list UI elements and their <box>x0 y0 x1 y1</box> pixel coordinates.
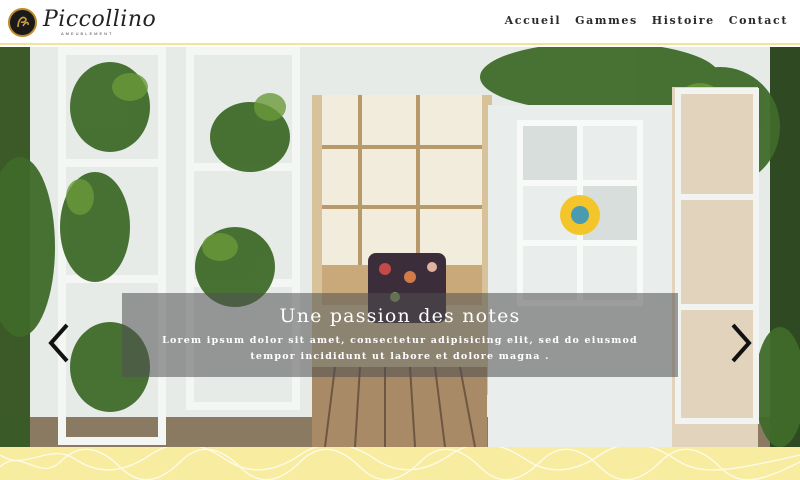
hero-carousel <box>0 47 800 447</box>
navbar: Piccollino AMEUBLEMENT Accueil Gammes Hi… <box>0 0 800 45</box>
carousel-next-button[interactable] <box>727 320 755 366</box>
main-nav: Accueil Gammes Histoire Contact <box>505 14 788 27</box>
logo-emblem-icon <box>8 7 37 37</box>
hero-image <box>0 47 800 447</box>
brand-name: Piccollino <box>43 6 157 32</box>
chevron-left-icon <box>48 323 69 363</box>
hero-caption: Une passion des notes Lorem ipsum dolor … <box>122 293 678 377</box>
nav-link-contact[interactable]: Contact <box>729 14 788 27</box>
nav-link-gammes[interactable]: Gammes <box>575 14 638 27</box>
hero-text: Lorem ipsum dolor sit amet, consectetur … <box>162 335 638 362</box>
swirl-pattern-icon <box>0 447 800 480</box>
hero-title: Une passion des notes <box>279 305 521 327</box>
carousel-prev-button[interactable] <box>45 320 73 366</box>
brand-tagline: AMEUBLEMENT <box>61 30 114 36</box>
chevron-right-icon <box>731 323 752 363</box>
nav-link-accueil[interactable]: Accueil <box>505 14 561 27</box>
brand-logo[interactable]: Piccollino AMEUBLEMENT <box>8 6 156 38</box>
decorative-footer-band <box>0 447 800 480</box>
nav-link-histoire[interactable]: Histoire <box>652 14 715 27</box>
